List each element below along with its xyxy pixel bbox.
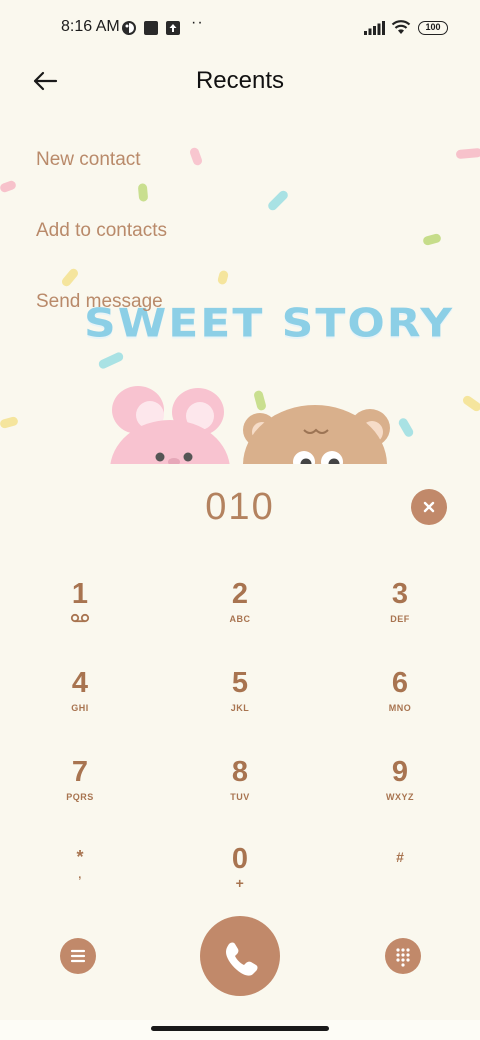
key-letters: MNO bbox=[388, 703, 412, 713]
key-letters: DEF bbox=[390, 614, 410, 624]
key-letters: ABC bbox=[229, 614, 251, 624]
bears-illustration bbox=[100, 380, 400, 464]
battery-icon: 100 bbox=[418, 21, 448, 35]
key-digit: 8 bbox=[231, 756, 249, 788]
key-digit: 4 bbox=[71, 667, 89, 699]
key-digit: 5 bbox=[231, 667, 249, 699]
key-digit: 9 bbox=[391, 756, 409, 788]
upload-icon bbox=[166, 21, 180, 35]
theme-icon bbox=[122, 21, 136, 35]
dialed-number: 010 bbox=[205, 486, 275, 528]
key-letters: , bbox=[78, 869, 82, 881]
key-3[interactable]: 3 DEF bbox=[340, 578, 460, 654]
app-notification-icon bbox=[144, 21, 158, 35]
key-letters: GHI bbox=[71, 703, 89, 713]
key-2[interactable]: 2 ABC bbox=[180, 578, 300, 654]
key-7[interactable]: 7 PQRS bbox=[20, 756, 140, 832]
key-digit: 1 bbox=[71, 578, 89, 610]
voicemail-icon bbox=[70, 613, 90, 623]
new-contact-item[interactable]: New contact bbox=[36, 149, 141, 171]
key-digit: 7 bbox=[71, 756, 89, 788]
key-1[interactable]: 1 bbox=[20, 578, 140, 654]
key-4[interactable]: 4 GHI bbox=[20, 667, 140, 743]
key-0[interactable]: 0 + bbox=[180, 843, 300, 919]
more-dots-icon: ·· bbox=[191, 14, 204, 31]
menu-icon bbox=[70, 949, 86, 963]
key-9[interactable]: 9 WXYZ bbox=[340, 756, 460, 832]
signal-icon bbox=[364, 21, 385, 35]
status-time: 8:16 AM bbox=[61, 18, 120, 35]
key-6[interactable]: 6 MNO bbox=[340, 667, 460, 743]
key-digit: 0 bbox=[231, 843, 249, 875]
key-8[interactable]: 8 TUV bbox=[180, 756, 300, 832]
key-letters: PQRS bbox=[66, 792, 94, 802]
key-letters: TUV bbox=[230, 792, 250, 802]
add-to-contacts-item[interactable]: Add to contacts bbox=[36, 220, 167, 242]
phone-icon bbox=[226, 942, 258, 976]
key-5[interactable]: 5 JKL bbox=[180, 667, 300, 743]
key-letters: JKL bbox=[230, 703, 250, 713]
wifi-icon bbox=[391, 20, 411, 34]
call-button[interactable] bbox=[200, 916, 280, 996]
key-digit: 2 bbox=[231, 578, 249, 610]
delete-button[interactable] bbox=[411, 489, 447, 525]
home-indicator[interactable] bbox=[151, 1026, 329, 1031]
key-star[interactable]: * , bbox=[20, 845, 140, 921]
close-icon bbox=[423, 501, 435, 513]
dialpad-icon bbox=[396, 948, 410, 967]
key-digit: 6 bbox=[391, 667, 409, 699]
menu-button[interactable] bbox=[60, 938, 96, 974]
key-letters: WXYZ bbox=[386, 792, 414, 802]
key-letters: + bbox=[235, 875, 245, 891]
page-title: Recents bbox=[195, 67, 285, 94]
send-message-item[interactable]: Send message bbox=[36, 291, 163, 313]
dialpad-toggle-button[interactable] bbox=[385, 938, 421, 974]
key-digit: 3 bbox=[391, 578, 409, 610]
key-digit: # bbox=[396, 849, 404, 865]
status-bar: 8:16 AM ·· 100 bbox=[0, 0, 480, 56]
key-digit: * bbox=[76, 847, 84, 867]
key-hash[interactable]: # bbox=[340, 845, 460, 921]
